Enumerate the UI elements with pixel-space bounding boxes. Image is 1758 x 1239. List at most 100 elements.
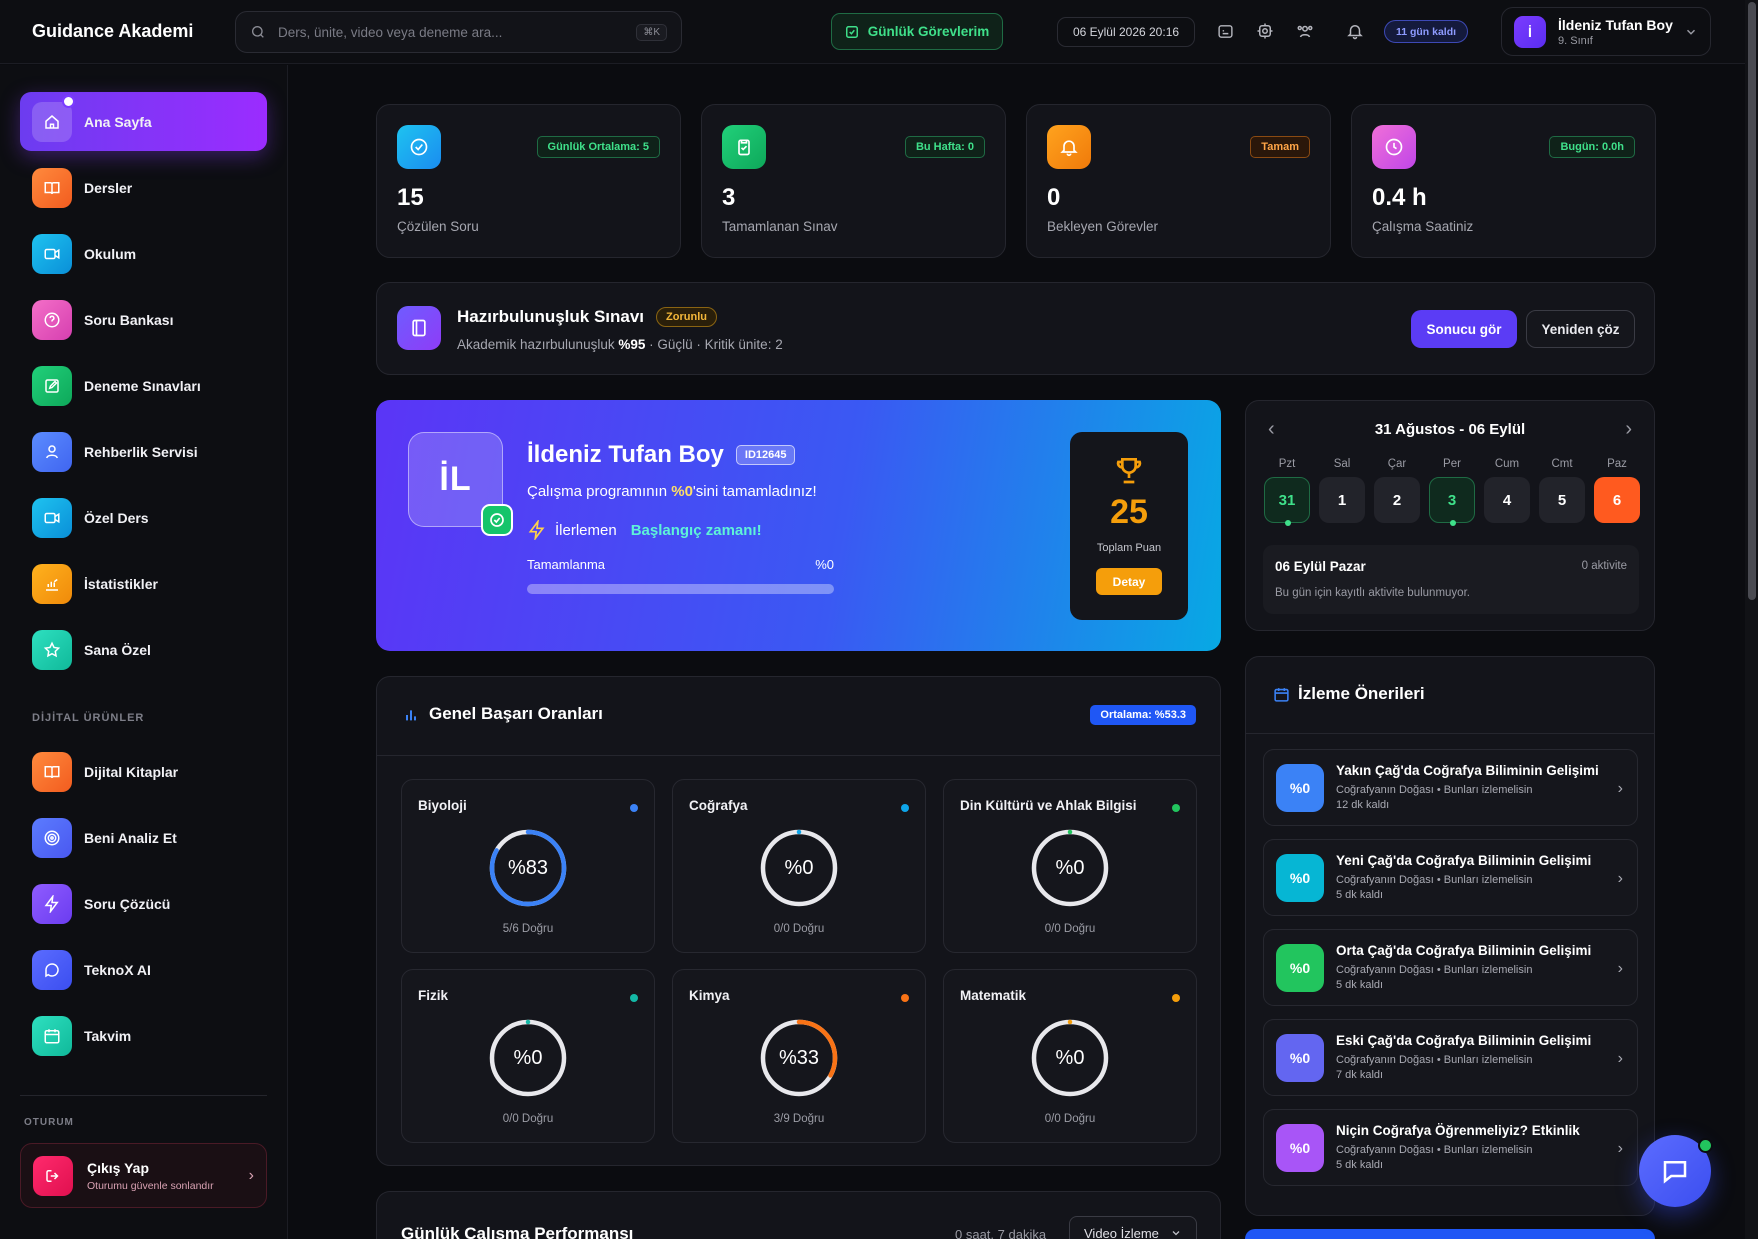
- subject-color-dot: [630, 994, 638, 1002]
- sidebar-item-label: Soru Çözücü: [84, 895, 171, 912]
- calendar-day[interactable]: Çar 2: [1374, 458, 1420, 523]
- sidebar-item-dersler[interactable]: Dersler: [20, 158, 267, 217]
- watch-recommendation-item[interactable]: %0 Orta Çağ'da Coğrafya Biliminin Gelişi…: [1263, 929, 1638, 1006]
- watch-progress: %0: [1276, 764, 1324, 812]
- search-input[interactable]: Ders, ünite, video veya deneme ara...: [278, 25, 636, 40]
- sidebar-item-okulum[interactable]: Okulum: [20, 224, 267, 283]
- stat-card: Bu Hafta: 0 3 Tamamlanan Sınav: [701, 104, 1006, 258]
- profile-id-badge: ID12645: [735, 445, 796, 465]
- digital-products-heading: DİJİTAL ÜRÜNLER: [32, 712, 145, 724]
- subject-card[interactable]: Biyoloji %83 5/6 Doğru: [401, 779, 655, 953]
- daily-tasks-button[interactable]: Günlük Görevlerim: [831, 13, 1003, 50]
- subject-card[interactable]: Matematik %0 0/0 Doğru: [943, 969, 1197, 1143]
- sidebar-item-i-statistikler[interactable]: İstatistikler: [20, 554, 267, 613]
- subject-color-dot: [1172, 994, 1180, 1002]
- sidebar-item-özel-ders[interactable]: Özel Ders: [20, 488, 267, 547]
- avatar: İ: [1514, 15, 1546, 48]
- calendar-day[interactable]: Paz 6: [1594, 458, 1640, 523]
- sidebar-item-soru-bankası[interactable]: Soru Bankası: [20, 290, 267, 349]
- activity-dot: [1450, 520, 1456, 526]
- stat-card: Tamam 0 Bekleyen Görevler: [1026, 104, 1331, 258]
- sidebar-item-takvim[interactable]: Takvim: [20, 1006, 267, 1065]
- calendar-day[interactable]: Cmt 5: [1539, 458, 1585, 523]
- day-number-text: 1: [1337, 491, 1347, 509]
- stat-badge: Günlük Ortalama: 5: [536, 136, 660, 158]
- detail-button[interactable]: Detay: [1096, 568, 1162, 595]
- chat-icon: [1663, 1161, 1687, 1184]
- day-name: Cum: [1494, 458, 1520, 470]
- logout-button[interactable]: Çıkış Yap Oturumu güvenle sonlandır ›: [20, 1143, 267, 1208]
- sidebar-item-sana-özel[interactable]: Sana Özel: [20, 620, 267, 679]
- subject-name: Coğrafya: [689, 798, 748, 813]
- day-number: 31: [1264, 477, 1310, 526]
- bar-chart-icon: [406, 710, 416, 721]
- chevron-right-icon: ›: [1617, 870, 1623, 887]
- scrollbar-thumb[interactable]: [1748, 2, 1756, 600]
- chevron-right-icon: ›: [1617, 960, 1623, 977]
- search-bar[interactable]: Ders, ünite, video veya deneme ara... ⌘K: [235, 11, 682, 53]
- chevron-right-icon: ›: [1617, 780, 1623, 797]
- sidebar-item-deneme-sınavları[interactable]: Deneme Sınavları: [20, 356, 267, 415]
- subject-card[interactable]: Kimya %33 3/9 Doğru: [672, 969, 926, 1143]
- calendar-day[interactable]: Sal 1: [1319, 458, 1365, 523]
- watch-recommendation-item[interactable]: %0 Yeni Çağ'da Coğrafya Biliminin Gelişi…: [1263, 839, 1638, 916]
- group-icon[interactable]: [1294, 20, 1316, 42]
- day-name: Sal: [1333, 458, 1351, 470]
- video-subtitle: Coğrafyanın Doğası • Bunları izlemelisin: [1336, 784, 1533, 796]
- question-icon: [32, 299, 72, 340]
- activity-filter-value: Video İzleme: [1084, 1225, 1159, 1239]
- chat-icon: [32, 949, 72, 990]
- screen-icon[interactable]: [1214, 20, 1236, 42]
- watch-recommendation-item[interactable]: %0 Yakın Çağ'da Coğrafya Biliminin Geliş…: [1263, 749, 1638, 826]
- day-number: 6: [1594, 477, 1640, 523]
- video-icon: [32, 497, 72, 538]
- video-subtitle: Coğrafyanın Doğası • Bunları izlemelisin: [1336, 874, 1533, 886]
- user-menu[interactable]: İ İldeniz Tufan Boy 9. Sınıf: [1501, 7, 1711, 56]
- day-number: 2: [1374, 477, 1420, 523]
- settings-icon[interactable]: [1254, 20, 1276, 42]
- sidebar-item-teknox-ai[interactable]: TeknoX AI: [20, 940, 267, 999]
- subject-card[interactable]: Coğrafya %0 0/0 Doğru: [672, 779, 926, 953]
- retry-button[interactable]: Yeniden çöz: [1526, 310, 1635, 348]
- next-week-button[interactable]: ›: [1625, 418, 1632, 441]
- total-points: 25: [1110, 493, 1148, 531]
- watch-progress: %0: [1276, 1124, 1324, 1172]
- day-number-text: 3: [1447, 491, 1457, 509]
- watch-recommendation-item[interactable]: %0 Niçin Coğrafya Öğrenmeliyiz? Etkinlik…: [1263, 1109, 1638, 1186]
- success-percent: %0: [1055, 1046, 1085, 1069]
- readiness-score: %95: [618, 337, 646, 352]
- logout-icon: [33, 1155, 73, 1196]
- stat-badge: Bugün: 0.0h: [1549, 136, 1635, 158]
- app-root: Guidance Akademi Ders, ünite, video veya…: [0, 0, 1758, 1239]
- readiness-description: Akademik hazırbulunuşluk %95 · Güçlü · K…: [457, 337, 783, 352]
- sidebar-item-dijital-kitaplar[interactable]: Dijital Kitaplar: [20, 742, 267, 801]
- sidebar: Ana Sayfa Dersler Okulum Soru Bankası De…: [0, 65, 288, 1239]
- sidebar-item-rehberlik-servisi[interactable]: Rehberlik Servisi: [20, 422, 267, 481]
- sidebar-item-soru-çözücü[interactable]: Soru Çözücü: [20, 874, 267, 933]
- brand-logo[interactable]: Guidance Akademi: [32, 21, 193, 42]
- activity-filter-select[interactable]: Video İzleme: [1069, 1216, 1197, 1239]
- profile-hero-card: İL İldeniz Tufan Boy ID12645 Çalışma pro…: [376, 400, 1221, 651]
- sidebar-item-ana-sayfa[interactable]: Ana Sayfa: [20, 92, 267, 151]
- video-title: Yakın Çağ'da Coğrafya Biliminin Gelişimi: [1336, 763, 1599, 778]
- chevron-right-icon: ›: [248, 1166, 254, 1184]
- sidebar-item-beni-analiz-et[interactable]: Beni Analiz Et: [20, 808, 267, 867]
- subject-card[interactable]: Din Kültürü ve Ahlak Bilgisi %0 0/0 Doğr…: [943, 779, 1197, 953]
- subject-name: Din Kültürü ve Ahlak Bilgisi: [960, 798, 1137, 813]
- sidebar-item-label: Deneme Sınavları: [84, 377, 201, 394]
- completion-progress-bar: [527, 584, 834, 594]
- stat-value: 15: [397, 184, 424, 211]
- success-percent: %0: [513, 1046, 543, 1069]
- day-number-text: 2: [1392, 491, 1402, 509]
- day-name: Pzt: [1278, 458, 1296, 470]
- completion-label: Tamamlanma: [527, 557, 606, 572]
- see-result-button[interactable]: Sonucu gör: [1411, 310, 1517, 348]
- watch-recommendation-item[interactable]: %0 Eski Çağ'da Coğrafya Biliminin Gelişi…: [1263, 1019, 1638, 1096]
- bell-icon[interactable]: [1344, 20, 1366, 42]
- calendar-day[interactable]: Per 3: [1429, 458, 1475, 526]
- level-label: İlerlemen: [555, 521, 617, 539]
- subject-card[interactable]: Fizik %0 0/0 Doğru: [401, 969, 655, 1143]
- calendar-day[interactable]: Pzt 31: [1264, 458, 1310, 526]
- calendar-day[interactable]: Cum 4: [1484, 458, 1530, 523]
- check-circle-icon: [397, 125, 441, 169]
